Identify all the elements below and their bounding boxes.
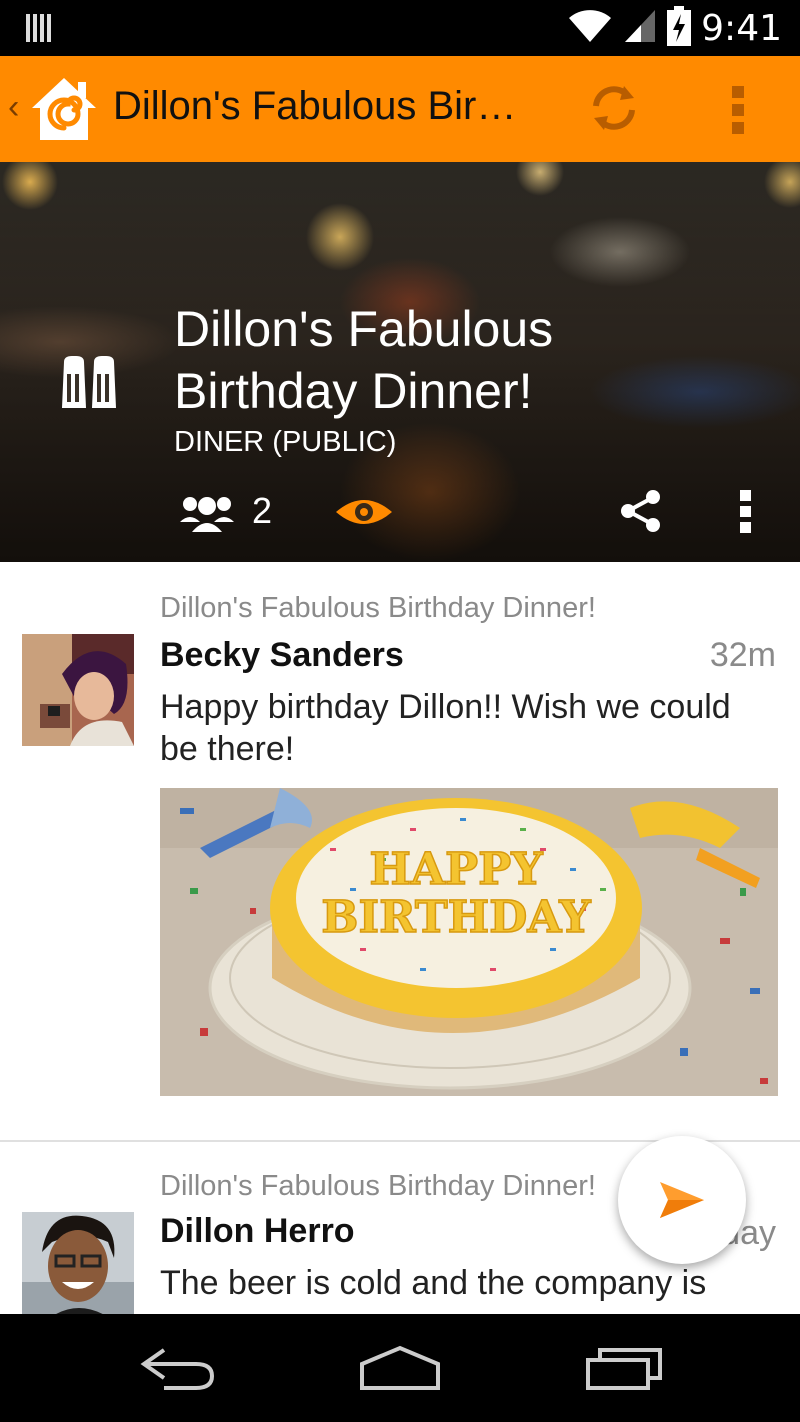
post-message: Happy birthday Dillon!! Wish we could be… [160, 688, 731, 768]
event-overflow-icon[interactable] [738, 488, 754, 536]
signal-icon [623, 8, 657, 49]
svg-text:BIRTHDAY: BIRTHDAY [321, 892, 591, 943]
feed-post[interactable]: Dillon's Fabulous Birthday Dinner! Becky… [0, 562, 800, 1142]
refresh-icon[interactable] [584, 78, 644, 138]
post-photo[interactable]: HAPPY BIRTHDAY [160, 788, 778, 1096]
post-event-title: Dillon's Fabulous Birthday Dinner! [160, 1170, 596, 1202]
visibility-eye-icon[interactable] [334, 492, 394, 532]
battery-icon [667, 6, 692, 51]
post-author[interactable]: Dillon Herro [160, 1212, 355, 1251]
navigation-bar [0, 1314, 800, 1422]
status-time: 9:41 [701, 8, 782, 49]
post-time: 32m [709, 636, 776, 674]
app-logo-icon[interactable] [28, 74, 100, 146]
overflow-menu-icon[interactable] [724, 82, 752, 138]
post-author[interactable]: Becky Sanders [160, 636, 404, 675]
avatar[interactable] [22, 634, 134, 746]
salt-pepper-icon [58, 354, 122, 410]
post-message: The beer is cold and the company is [160, 1264, 707, 1302]
post-event-title: Dillon's Fabulous Birthday Dinner! [160, 592, 596, 624]
wifi-icon [567, 8, 613, 49]
attendees-icon[interactable] [178, 492, 236, 532]
send-icon [660, 1182, 704, 1218]
back-icon[interactable] [140, 1344, 216, 1397]
send-fab[interactable] [618, 1136, 746, 1264]
recent-apps-icon[interactable] [584, 1344, 664, 1397]
home-icon[interactable] [358, 1344, 442, 1397]
event-header: Dillon's Fabulous Birthday Dinner! DINER… [0, 162, 800, 562]
status-bar: 9:41 [0, 0, 800, 56]
back-chevron-icon[interactable]: ‹ [8, 90, 19, 124]
cake-text: HAPPY [369, 844, 543, 895]
avatar[interactable] [22, 1212, 134, 1314]
share-icon[interactable] [618, 488, 664, 534]
action-bar-title: Dillon's Fabulous Birt… [113, 84, 523, 128]
action-bar: ‹ Dillon's Fabulous Birt… [0, 56, 800, 162]
event-type-label: DINER (PUBLIC) [174, 426, 397, 458]
notification-icon [26, 12, 54, 49]
event-title: Dillon's Fabulous Birthday Dinner! [174, 301, 554, 419]
attendee-count: 2 [252, 490, 273, 531]
